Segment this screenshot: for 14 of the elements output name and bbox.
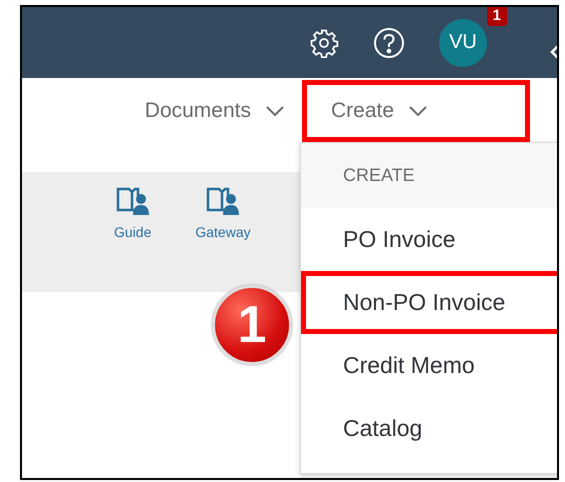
user-avatar[interactable]: VU (439, 18, 487, 66)
menu-heading: CREATE (301, 143, 557, 208)
nav-menu[interactable]: Create (302, 80, 530, 142)
quick-link[interactable]: Gateway (195, 186, 251, 240)
chevron-down-icon (265, 105, 285, 117)
quick-link[interactable]: Guide (114, 186, 152, 240)
settings-icon[interactable] (309, 28, 339, 58)
book-person-icon (206, 186, 240, 216)
help-icon[interactable] (373, 26, 405, 58)
book-person-icon (116, 186, 150, 216)
menu-item[interactable]: Non-PO Invoice (301, 271, 557, 334)
step-marker: 1 (212, 285, 292, 365)
notification-badge: 1 (486, 7, 507, 26)
chevron-down-icon (408, 105, 428, 117)
